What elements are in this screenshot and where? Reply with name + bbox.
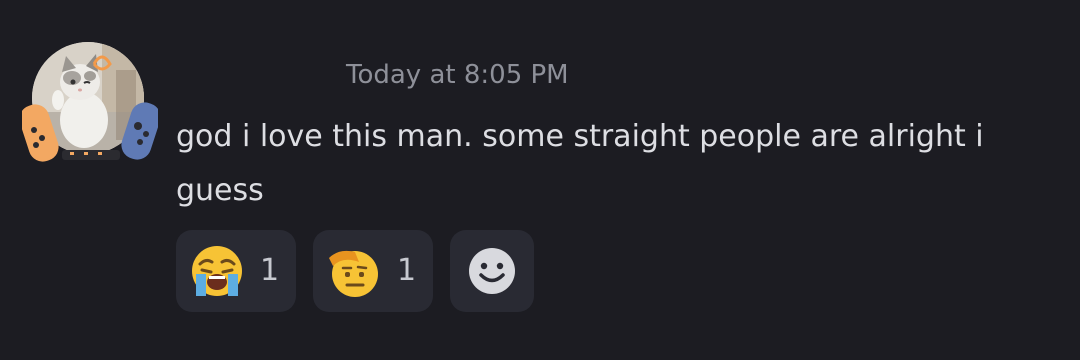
add-reaction-button[interactable] (450, 230, 534, 312)
chat-message: Today at 8:05 PM god i love this man. so… (0, 0, 1080, 360)
smiley-add-reaction-icon (469, 248, 515, 294)
controller-decoration-icon (22, 55, 158, 162)
message-content: god i love this man. some straight peopl… (176, 119, 984, 208)
reaction-count: 1 (397, 253, 417, 288)
reaction-crying[interactable]: 1 (176, 230, 296, 312)
message-timestamp[interactable]: Today at 8:05 PM (346, 60, 569, 90)
saluting-face-icon (329, 250, 378, 297)
crying-face-icon (192, 246, 242, 296)
reaction-saluting[interactable]: 1 (313, 230, 433, 312)
user-avatar[interactable] (22, 42, 158, 166)
reaction-count: 1 (260, 253, 280, 288)
